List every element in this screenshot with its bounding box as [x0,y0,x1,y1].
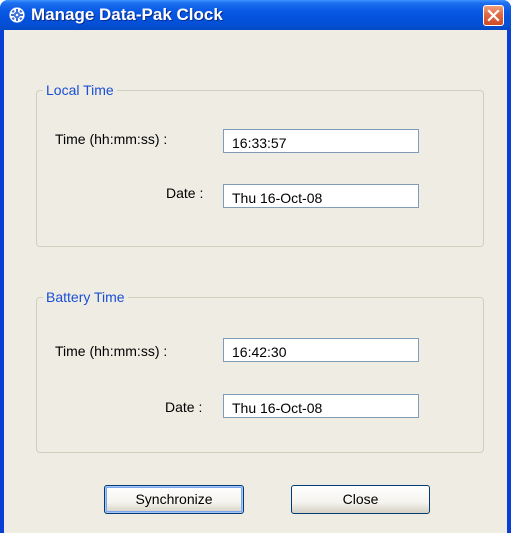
battery-time-group: Battery Time Time (hh:mm:ss) : Date : [36,289,484,453]
battery-date-field[interactable] [223,394,419,418]
close-icon [487,9,500,22]
close-button[interactable]: Close [291,485,430,514]
close-window-button[interactable] [483,5,504,26]
window-title: Manage Data-Pak Clock [31,5,223,24]
title-bar[interactable]: Manage Data-Pak Clock [0,0,511,30]
local-time-field[interactable] [223,129,419,153]
local-date-field[interactable] [223,184,419,208]
battery-time-field[interactable] [223,338,419,362]
local-time-legend: Local Time [43,82,117,98]
gear-icon [9,7,25,23]
local-time-group: Local Time Time (hh:mm:ss) : Date : [36,82,484,247]
local-time-label: Time (hh:mm:ss) : [55,131,168,147]
battery-time-legend: Battery Time [43,289,128,305]
local-date-label: Date : [166,185,204,201]
battery-date-label: Date : [165,399,203,415]
synchronize-button[interactable]: Synchronize [104,485,244,514]
battery-time-label: Time (hh:mm:ss) : [55,343,168,359]
dialog-client-area: Local Time Time (hh:mm:ss) : Date : Batt… [4,30,507,533]
dialog-window: Manage Data-Pak Clock Local Time Time (h… [0,0,511,533]
